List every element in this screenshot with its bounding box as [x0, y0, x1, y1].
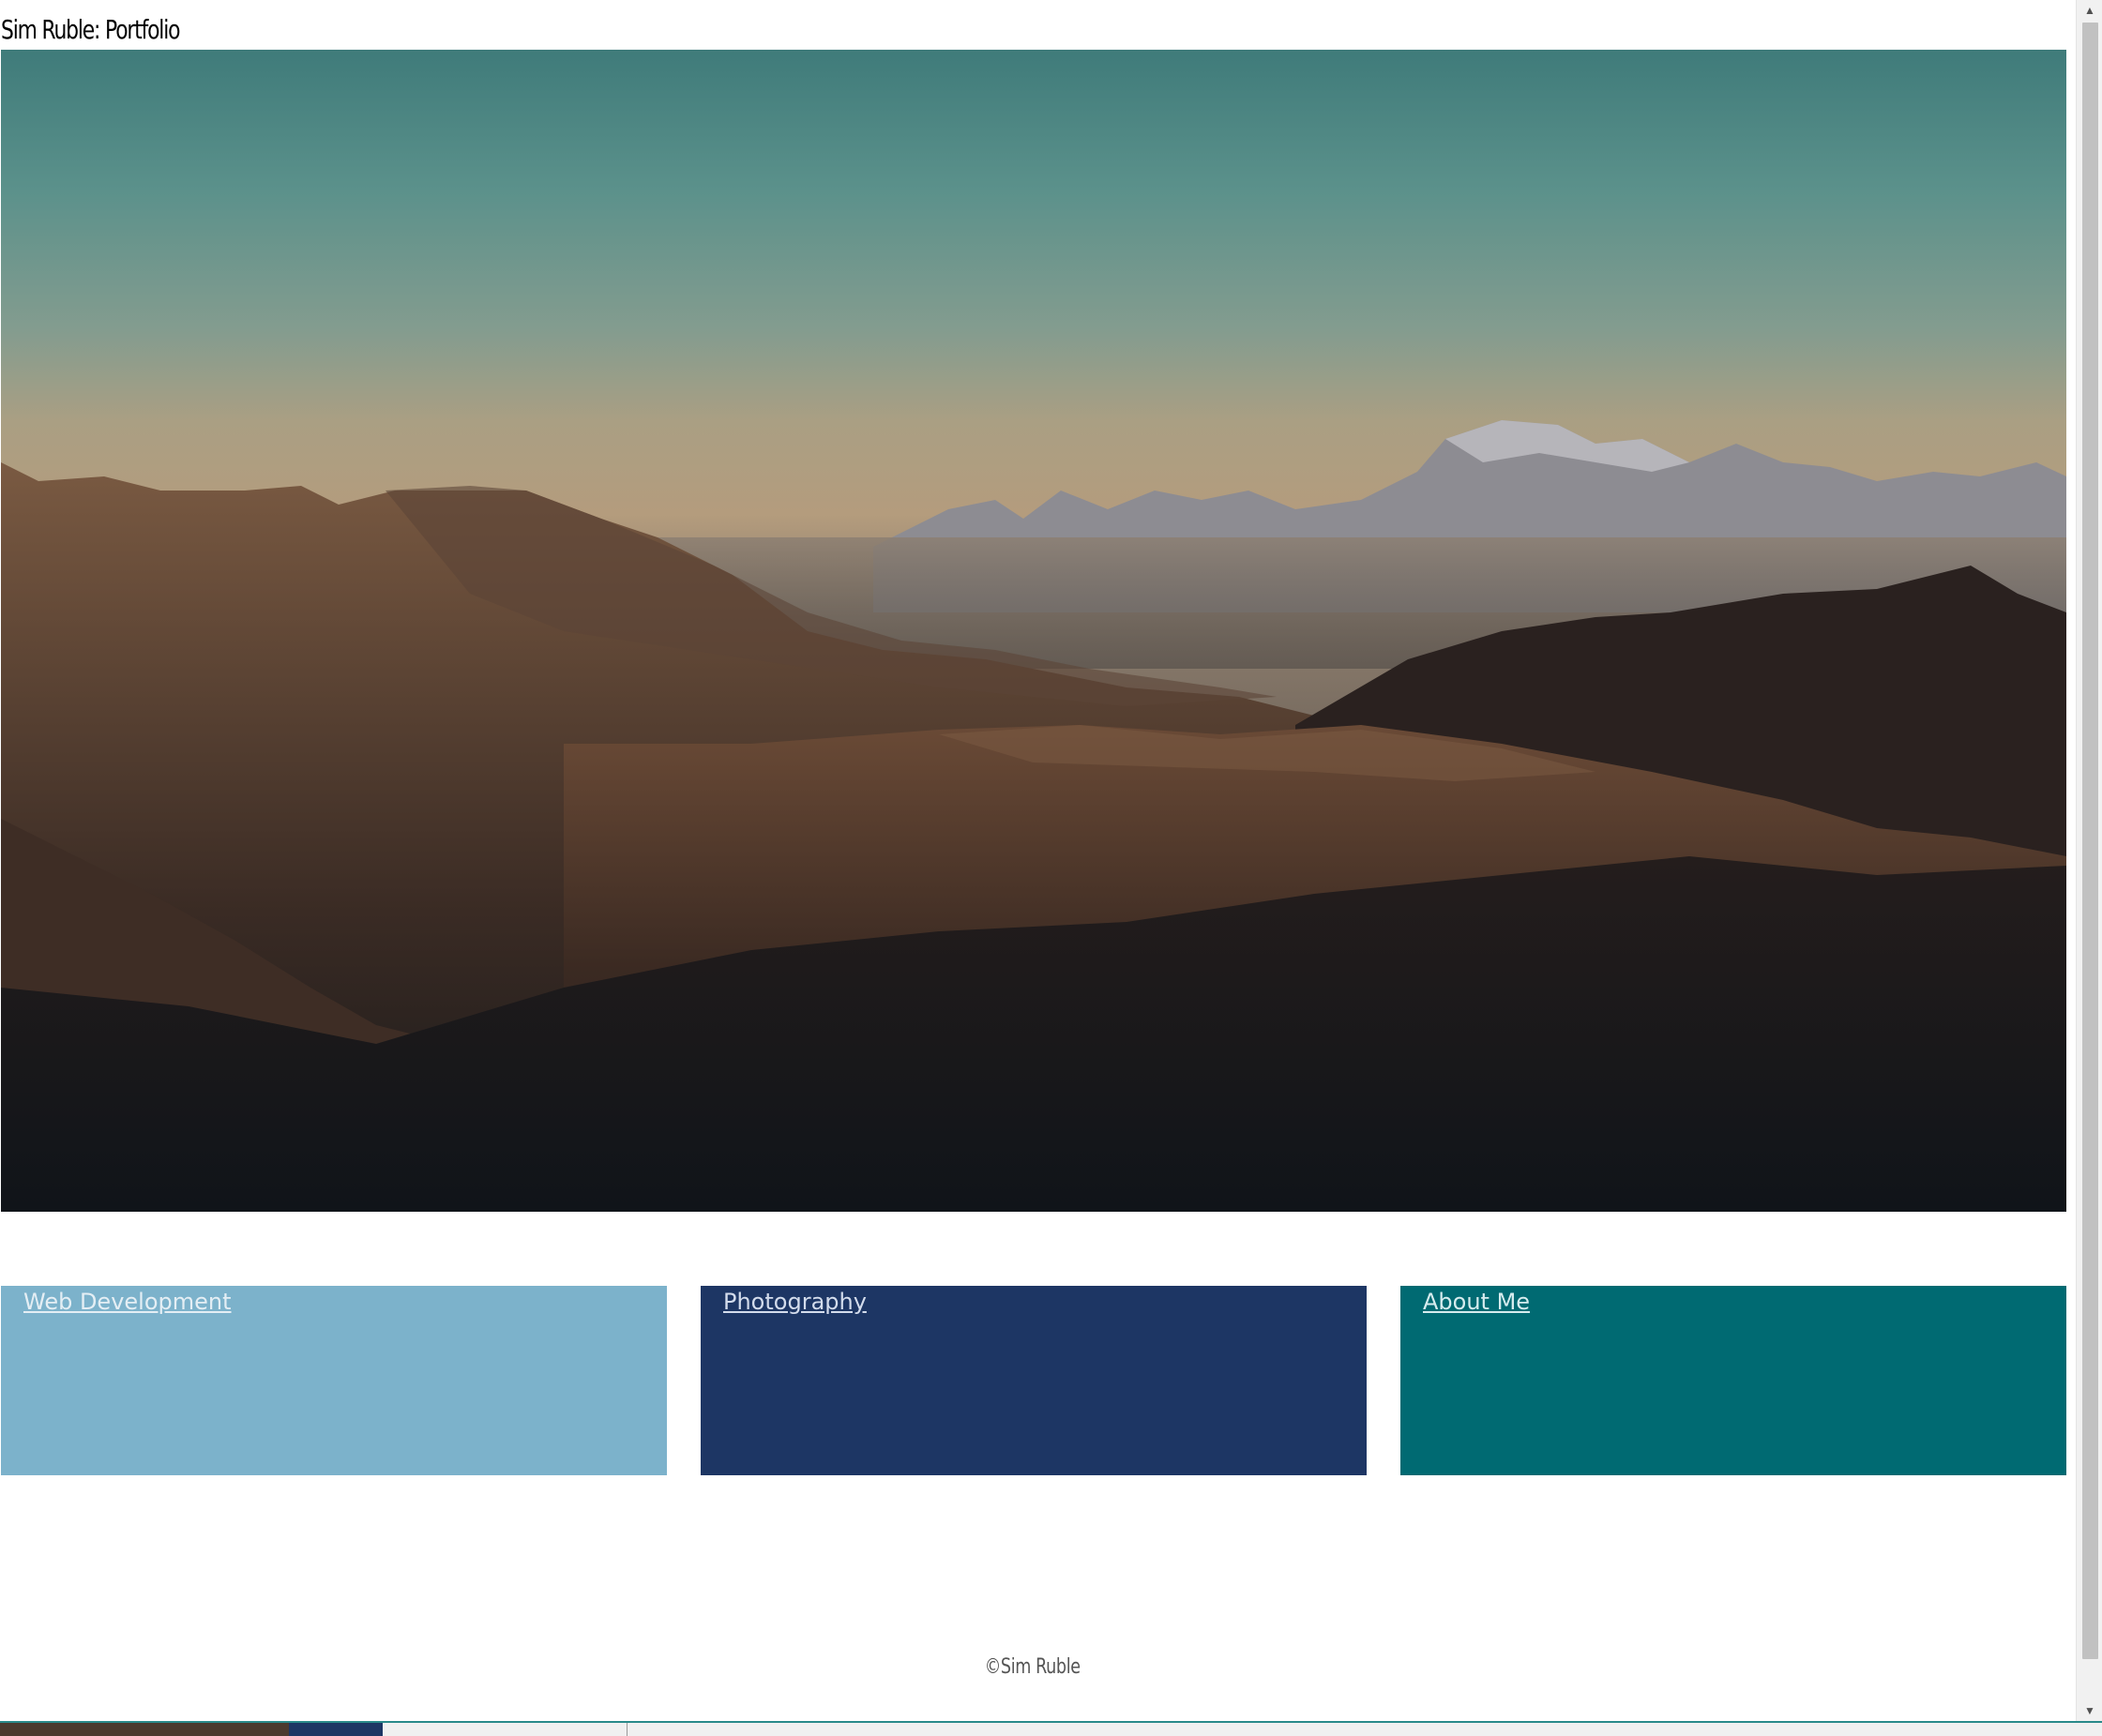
- scroll-down-arrow-icon[interactable]: ▼: [2077, 1700, 2102, 1721]
- scroll-up-arrow-icon[interactable]: ▲: [2077, 0, 2102, 21]
- taskbar-divider: [627, 1723, 628, 1736]
- taskbar-thumbnail-blue[interactable]: [289, 1723, 383, 1736]
- tile-about-me-link[interactable]: About Me: [1423, 1289, 1530, 1315]
- bottom-taskbar-strip: [0, 1721, 2102, 1736]
- site-title: Sim Ruble: Portfolio: [1, 14, 180, 45]
- scrollbar-thumb[interactable]: [2082, 23, 2098, 1659]
- tile-web-development-link[interactable]: Web Development: [23, 1289, 232, 1315]
- hero-image: [1, 50, 2066, 1212]
- vertical-scrollbar[interactable]: ▲ ▼: [2076, 0, 2102, 1721]
- tile-photography[interactable]: Photography: [701, 1286, 1367, 1475]
- footer-copyright: ©Sim Ruble: [0, 1655, 2065, 1679]
- tile-photography-link[interactable]: Photography: [723, 1289, 867, 1315]
- mountain-landscape-image: [1, 50, 2066, 1212]
- page: Sim Ruble: Portfolio Web Development Pho…: [0, 0, 2102, 1736]
- tile-web-development[interactable]: Web Development: [1, 1286, 667, 1475]
- taskbar-thumbnail-image[interactable]: [0, 1723, 289, 1736]
- footer-copyright-text: ©Sim Ruble: [985, 1655, 1081, 1679]
- tile-about-me[interactable]: About Me: [1400, 1286, 2066, 1475]
